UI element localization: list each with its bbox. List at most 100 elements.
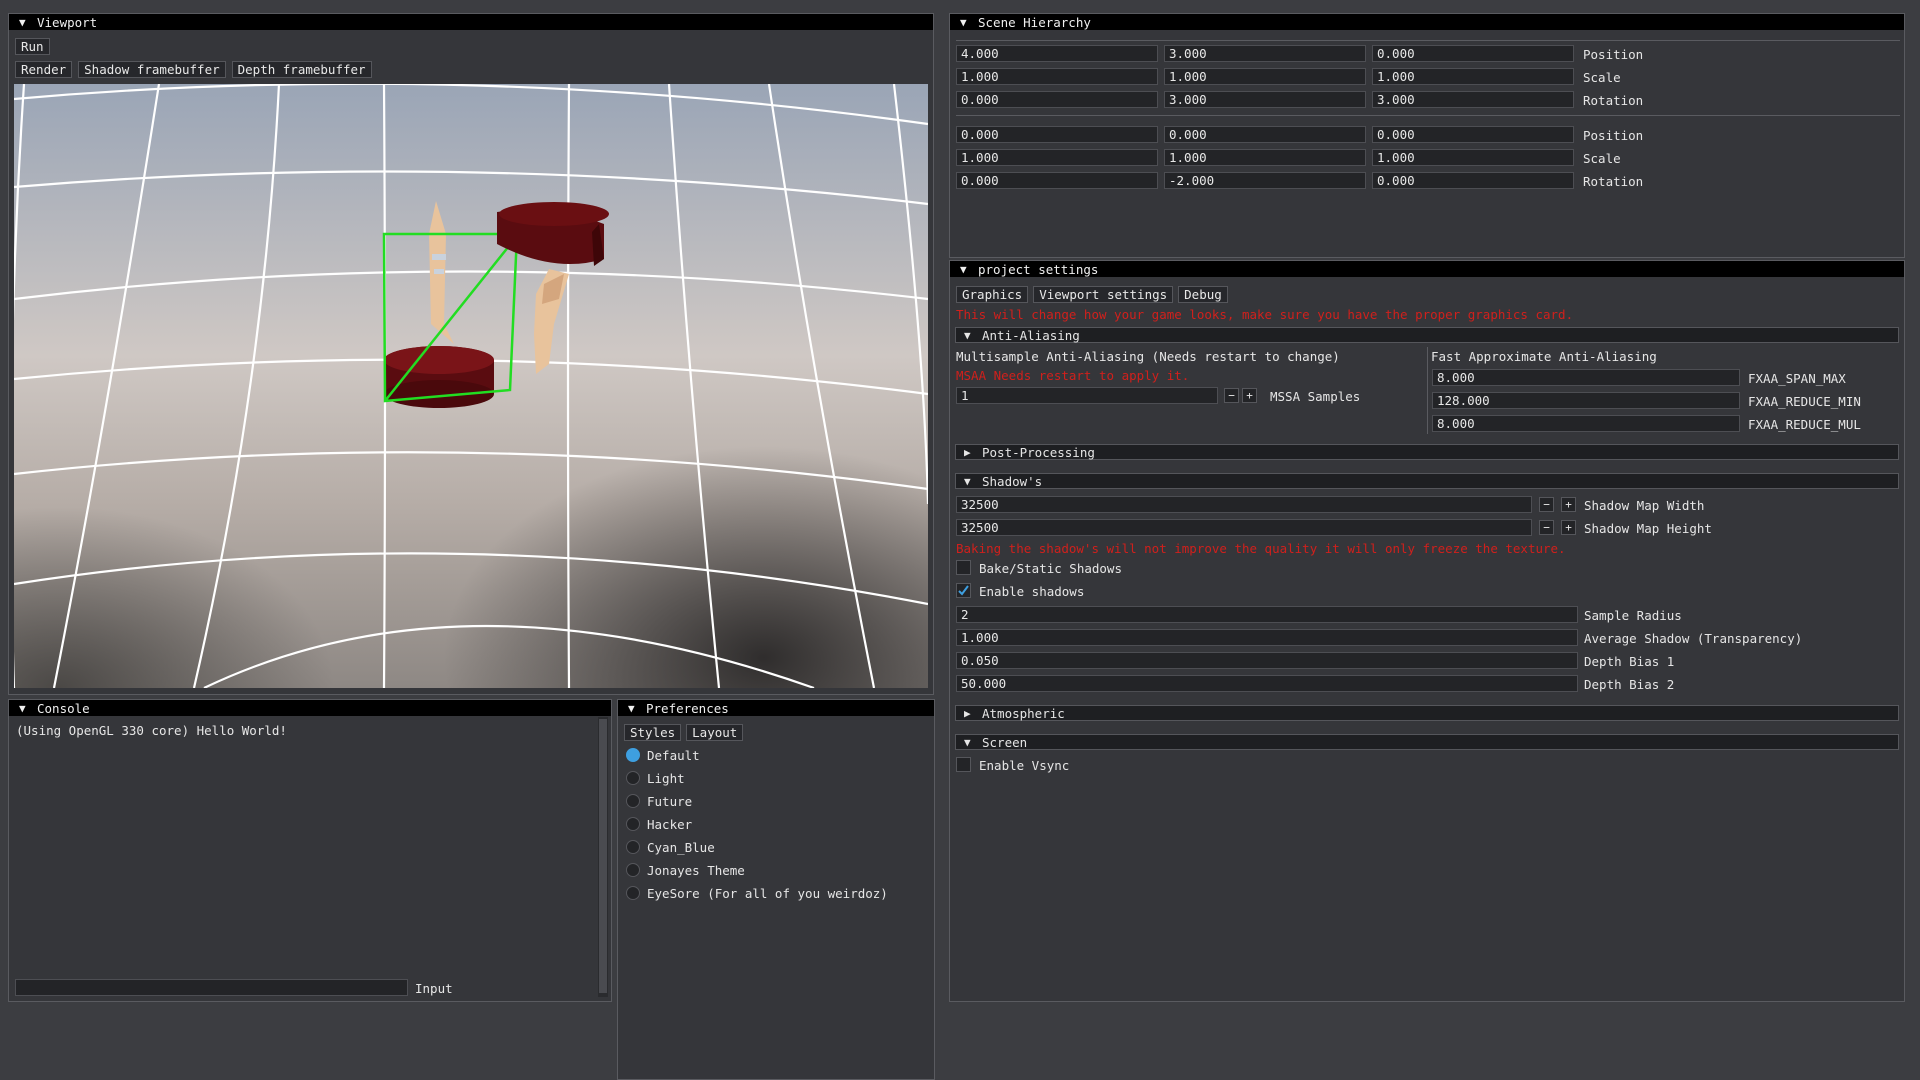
scene-hierarchy-title: Scene Hierarchy: [978, 14, 1091, 30]
fxaa-span-max-input[interactable]: 8.000: [1432, 369, 1740, 386]
preferences-titlebar[interactable]: ▼ Preferences: [618, 700, 934, 716]
console-scrollbar-thumb[interactable]: [599, 719, 607, 993]
collapse-triangle-icon[interactable]: ▼: [960, 16, 978, 29]
obj1-rotation-y[interactable]: 3.000: [1164, 91, 1366, 108]
obj1-scale-x[interactable]: 1.000: [956, 68, 1158, 85]
post-processing-header[interactable]: ▶ Post-Processing: [955, 444, 1899, 460]
atmospheric-header[interactable]: ▶ Atmospheric: [955, 705, 1899, 721]
separator: [956, 40, 1900, 41]
msaa-increment-button[interactable]: +: [1242, 388, 1257, 403]
checkmark-icon: [958, 585, 969, 596]
fxaa-reduce-mul-input[interactable]: 8.000: [1432, 415, 1740, 432]
obj2-rotation-label: Rotation: [1583, 174, 1644, 189]
msaa-warning: MSAA Needs restart to apply it.: [956, 368, 1190, 383]
obj2-scale-z[interactable]: 1.000: [1372, 149, 1574, 166]
obj1-position-label: Position: [1583, 47, 1644, 62]
expand-triangle-icon: ▼: [964, 328, 971, 342]
bake-static-shadows-checkbox[interactable]: [956, 560, 971, 575]
expand-triangle-icon: ▶: [964, 706, 971, 720]
msaa-decrement-button[interactable]: −: [1224, 388, 1239, 403]
shadow-height-increment-button[interactable]: +: [1561, 520, 1576, 535]
obj1-position-y[interactable]: 3.000: [1164, 45, 1366, 62]
style-radio-hacker[interactable]: [626, 817, 640, 831]
scene-hierarchy-panel: ▼ Scene Hierarchy 4.000 3.000 0.000 Posi…: [949, 13, 1905, 258]
obj2-scale-y[interactable]: 1.000: [1164, 149, 1366, 166]
shadow-map-height-label: Shadow Map Height: [1584, 521, 1712, 536]
depth-bias-2-input[interactable]: 50.000: [956, 675, 1578, 692]
console-scrollbar[interactable]: [598, 717, 608, 997]
shadows-header[interactable]: ▼ Shadow's: [955, 473, 1899, 489]
screen-header[interactable]: ▼ Screen: [955, 734, 1899, 750]
tab-layout[interactable]: Layout: [686, 724, 744, 741]
obj1-rotation-z[interactable]: 3.000: [1372, 91, 1574, 108]
anti-aliasing-header[interactable]: ▼ Anti-Aliasing: [955, 327, 1899, 343]
tab-depth-framebuffer[interactable]: Depth framebuffer: [231, 61, 372, 78]
shadow-map-width-input[interactable]: 32500: [956, 496, 1532, 513]
project-settings-panel: ▼ project settings Graphics Viewport set…: [949, 260, 1905, 1002]
enable-vsync-checkbox[interactable]: [956, 757, 971, 772]
viewport-render-canvas[interactable]: [14, 84, 928, 688]
obj2-position-x[interactable]: 0.000: [956, 126, 1158, 143]
obj2-position-label: Position: [1583, 128, 1644, 143]
run-button[interactable]: Run: [15, 38, 50, 55]
console-input-field[interactable]: [15, 979, 408, 996]
style-radio-future[interactable]: [626, 794, 640, 808]
style-radio-light[interactable]: [626, 771, 640, 785]
collapse-triangle-icon[interactable]: ▼: [628, 702, 646, 715]
obj2-position-z[interactable]: 0.000: [1372, 126, 1574, 143]
column-divider: [1427, 347, 1428, 434]
viewport-panel: ▼ Viewport Run Render Shadow framebuffer…: [8, 13, 934, 695]
average-shadow-input[interactable]: 1.000: [956, 629, 1578, 646]
collapse-triangle-icon[interactable]: ▼: [19, 16, 37, 29]
tab-viewport-settings[interactable]: Viewport settings: [1033, 286, 1174, 303]
style-radio-default[interactable]: [626, 748, 640, 762]
obj1-rotation-x[interactable]: 0.000: [956, 91, 1158, 108]
project-settings-titlebar[interactable]: ▼ project settings: [950, 261, 1904, 277]
atmospheric-label: Atmospheric: [982, 705, 1065, 721]
screen-label: Screen: [982, 734, 1028, 750]
enable-shadows-checkbox[interactable]: [956, 583, 971, 598]
expand-triangle-icon: ▼: [964, 735, 971, 749]
expand-triangle-icon: ▼: [964, 474, 971, 488]
style-radio-cyan-blue[interactable]: [626, 840, 640, 854]
fxaa-span-max-label: FXAA_SPAN_MAX: [1748, 371, 1846, 386]
obj2-scale-x[interactable]: 1.000: [956, 149, 1158, 166]
obj2-rotation-x[interactable]: 0.000: [956, 172, 1158, 189]
msaa-samples-input[interactable]: 1: [956, 387, 1218, 404]
obj1-position-z[interactable]: 0.000: [1372, 45, 1574, 62]
obj1-scale-y[interactable]: 1.000: [1164, 68, 1366, 85]
shadow-map-height-input[interactable]: 32500: [956, 519, 1532, 536]
style-radio-jonayes-theme[interactable]: [626, 863, 640, 877]
tab-styles[interactable]: Styles: [624, 724, 682, 741]
style-label-jonayes-theme: Jonayes Theme: [647, 863, 745, 878]
msaa-samples-label: MSSA Samples: [1270, 389, 1361, 404]
enable-vsync-label: Enable Vsync: [979, 758, 1070, 773]
obj2-rotation-y[interactable]: -2.000: [1164, 172, 1366, 189]
msaa-title: Multisample Anti-Aliasing (Needs restart…: [956, 349, 1340, 364]
fxaa-title: Fast Approximate Anti-Aliasing: [1431, 349, 1657, 364]
obj2-position-y[interactable]: 0.000: [1164, 126, 1366, 143]
style-radio-eyesore[interactable]: [626, 886, 640, 900]
tab-debug[interactable]: Debug: [1178, 286, 1228, 303]
shadow-height-decrement-button[interactable]: −: [1539, 520, 1554, 535]
console-log-line: (Using OpenGL 330 core) Hello World!: [16, 723, 287, 738]
shadow-width-increment-button[interactable]: +: [1561, 497, 1576, 512]
depth-bias-1-input[interactable]: 0.050: [956, 652, 1578, 669]
sample-radius-input[interactable]: 2: [956, 606, 1578, 623]
collapse-triangle-icon[interactable]: ▼: [960, 263, 978, 276]
tab-render[interactable]: Render: [15, 61, 73, 78]
shadow-width-decrement-button[interactable]: −: [1539, 497, 1554, 512]
fxaa-reduce-mul-label: FXAA_REDUCE_MUL: [1748, 417, 1861, 432]
scene-hierarchy-titlebar[interactable]: ▼ Scene Hierarchy: [950, 14, 1904, 30]
tab-shadow-framebuffer[interactable]: Shadow framebuffer: [78, 61, 226, 78]
anti-aliasing-label: Anti-Aliasing: [982, 327, 1080, 343]
style-label-default: Default: [647, 748, 700, 763]
collapse-triangle-icon[interactable]: ▼: [19, 702, 37, 715]
console-titlebar[interactable]: ▼ Console: [9, 700, 611, 716]
fxaa-reduce-min-input[interactable]: 128.000: [1432, 392, 1740, 409]
obj1-scale-z[interactable]: 1.000: [1372, 68, 1574, 85]
obj1-position-x[interactable]: 4.000: [956, 45, 1158, 62]
tab-graphics[interactable]: Graphics: [956, 286, 1029, 303]
obj2-rotation-z[interactable]: 0.000: [1372, 172, 1574, 189]
viewport-titlebar[interactable]: ▼ Viewport: [9, 14, 933, 30]
